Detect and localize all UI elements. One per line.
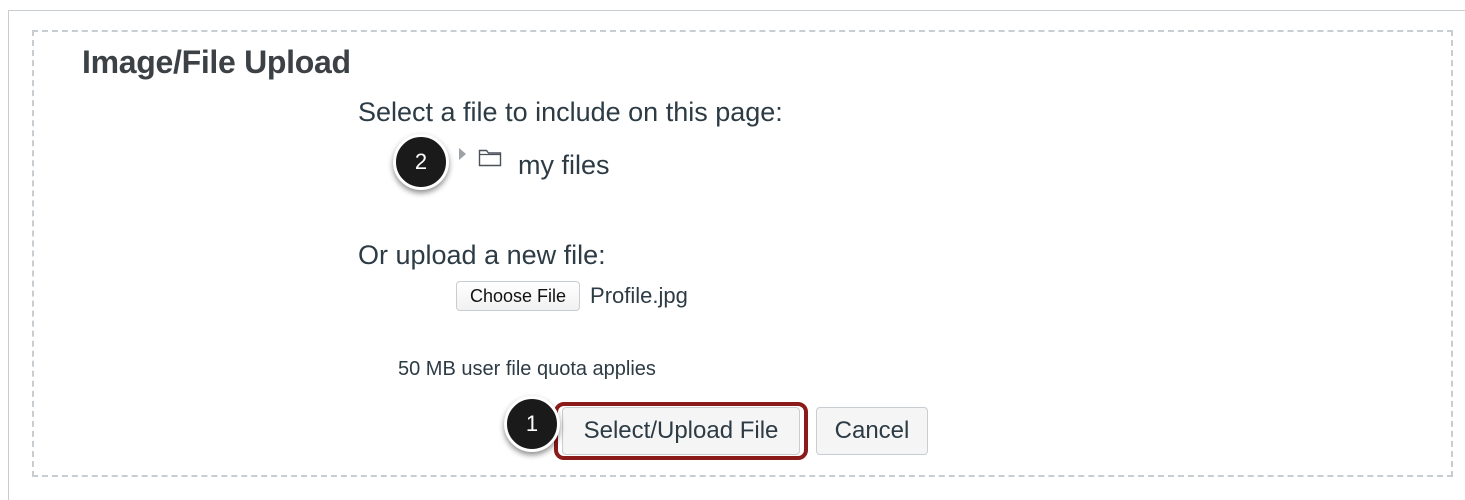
upload-new-file-label: Or upload a new file:: [358, 240, 606, 270]
folder-icon: [478, 149, 502, 167]
tree-item-label[interactable]: my files: [518, 150, 610, 181]
file-input-row: Choose File Profile.jpg: [456, 281, 688, 311]
selected-file-name: Profile.jpg: [590, 283, 688, 308]
select-file-label: Select a file to include on this page:: [358, 97, 783, 127]
panel-title: Image/File Upload: [82, 44, 351, 80]
cancel-button[interactable]: Cancel: [816, 407, 928, 455]
choose-file-button[interactable]: Choose File: [456, 281, 581, 311]
caret-right-icon[interactable]: [459, 148, 466, 160]
tree-item-my-files[interactable]: my files: [459, 142, 610, 182]
callout-badge-2: 2: [393, 134, 449, 190]
callout-badge-1: 1: [504, 396, 560, 452]
quota-note: 50 MB user file quota applies: [398, 358, 656, 380]
select-upload-file-button[interactable]: Select/Upload File: [562, 407, 800, 455]
